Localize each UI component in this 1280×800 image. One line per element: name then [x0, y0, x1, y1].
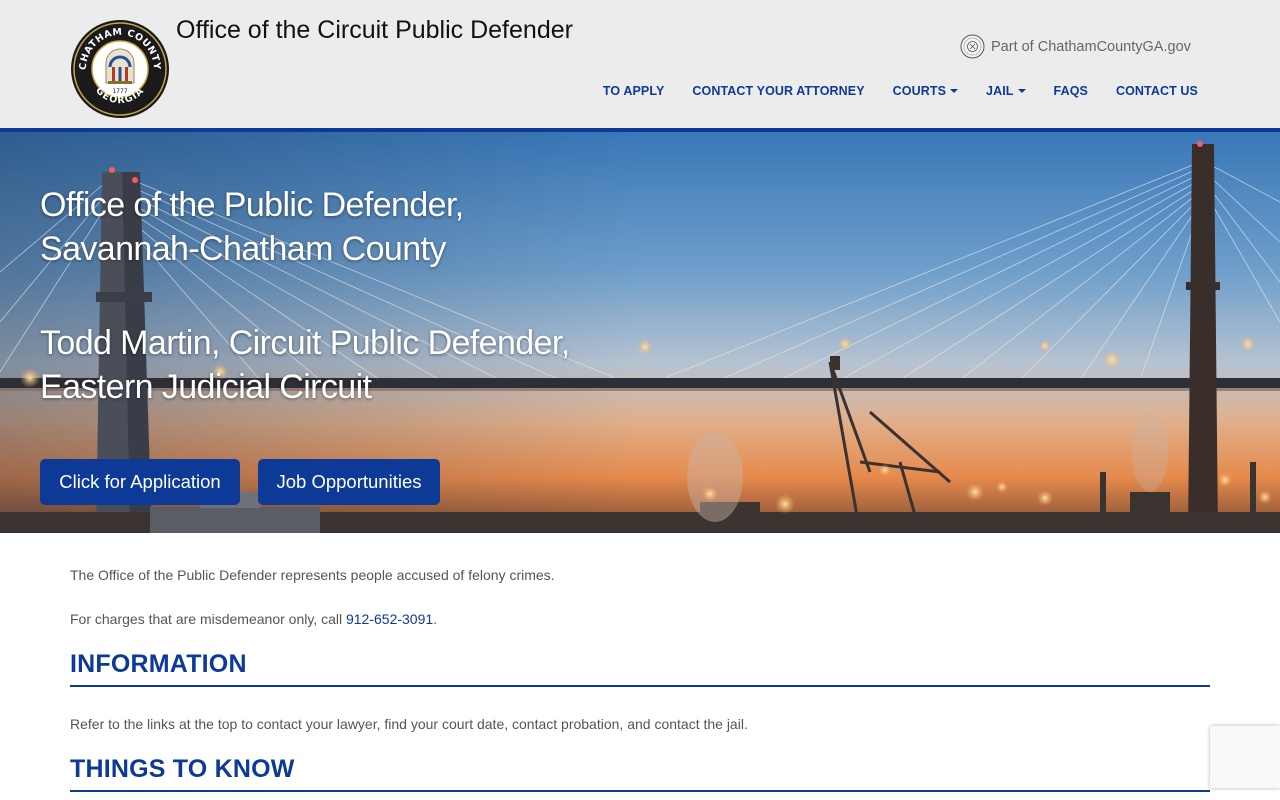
caret-down-icon: [1017, 89, 1026, 93]
nav-jail-dropdown[interactable]: JAIL: [986, 82, 1026, 100]
nav-faqs-label: FAQS: [1053, 84, 1088, 98]
chatham-county-seal-logo[interactable]: CHATHAM COUNTY GEORGIA 1777: [70, 19, 170, 119]
nav-contact-your-attorney-label: CONTACT YOUR ATTORNEY: [692, 84, 865, 98]
main-navigation: TO APPLY CONTACT YOUR ATTORNEY COURTS JA…: [603, 82, 1198, 100]
hero-heading-line-1: Office of the Public Defender,: [40, 186, 464, 224]
job-opportunities-button[interactable]: Job Opportunities: [258, 459, 440, 505]
caret-down-icon: [950, 89, 959, 93]
seal-year: 1777: [112, 88, 127, 95]
misdemeanor-text: For charges that are misdemeanor only, c…: [70, 611, 346, 627]
county-website-link[interactable]: Part of ChathamCountyGA.gov: [960, 34, 1191, 59]
site-title[interactable]: Office of the Circuit Public Defender: [176, 16, 573, 45]
misdemeanor-suffix: .: [433, 611, 438, 627]
nav-to-apply[interactable]: TO APPLY: [603, 82, 664, 100]
nav-faqs[interactable]: FAQS: [1054, 82, 1088, 100]
nav-courts-dropdown[interactable]: COURTS: [892, 82, 959, 100]
misdemeanor-paragraph: For charges that are misdemeanor only, c…: [70, 611, 437, 627]
nav-contact-your-attorney[interactable]: CONTACT YOUR ATTORNEY: [692, 82, 864, 100]
information-paragraph: Refer to the links at the top to contact…: [70, 716, 748, 732]
hero-heading-line-2: Savannah-Chatham County: [40, 230, 446, 268]
nav-contact-us-label: CONTACT US: [1115, 84, 1198, 98]
hero-subheading-line-1: Todd Martin, Circuit Public Defender,: [40, 324, 570, 362]
nav-to-apply-label: TO APPLY: [602, 84, 665, 98]
misdemeanor-phone-link[interactable]: 912-652-3091: [346, 611, 433, 627]
nav-courts-label: COURTS: [892, 84, 947, 98]
site-header: CHATHAM COUNTY GEORGIA 1777 Office of th…: [0, 0, 1280, 128]
hero-banner: Office of the Public Defender, Savannah-…: [0, 132, 1280, 533]
county-seal-icon: [960, 34, 985, 59]
intro-paragraph: The Office of the Public Defender repres…: [70, 567, 555, 583]
information-heading: INFORMATION: [70, 650, 1210, 687]
hero-subheading-line-2: Eastern Judicial Circuit: [40, 368, 372, 406]
click-for-application-button[interactable]: Click for Application: [40, 459, 240, 505]
recaptcha-badge[interactable]: [1210, 726, 1280, 788]
things-to-know-heading: THINGS TO KNOW: [70, 755, 1210, 792]
nav-contact-us[interactable]: CONTACT US: [1116, 82, 1198, 100]
county-link-label: Part of ChathamCountyGA.gov: [991, 38, 1191, 55]
nav-jail-label: JAIL: [986, 84, 1014, 98]
